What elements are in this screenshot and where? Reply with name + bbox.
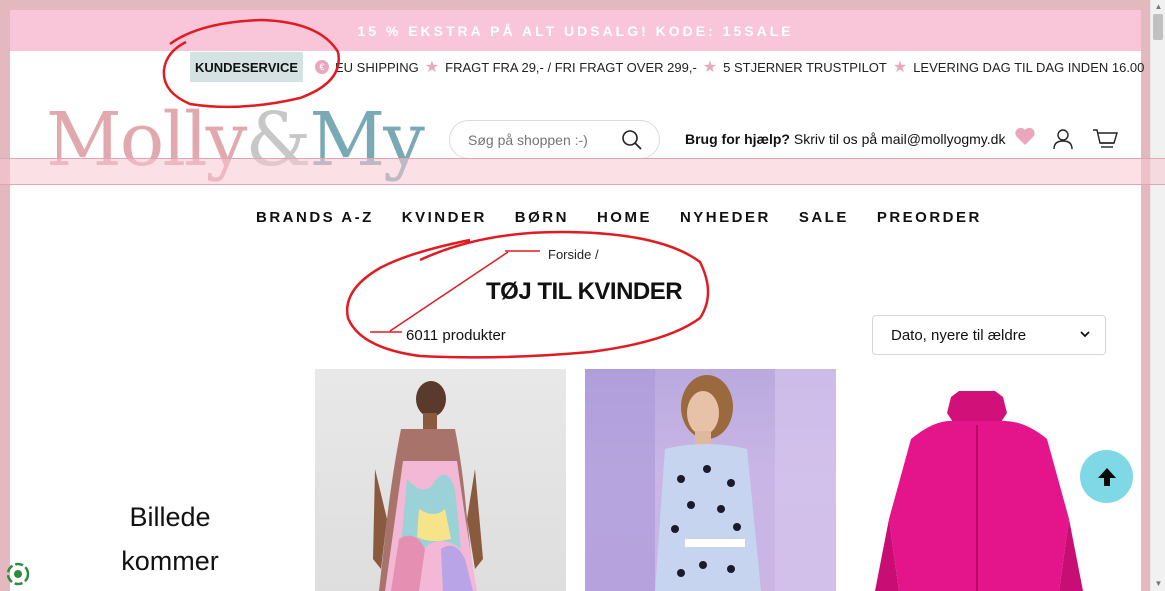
- product-image-1[interactable]: [315, 369, 566, 591]
- usp-trustpilot: 5 STJERNER TRUSTPILOT: [723, 59, 887, 75]
- browser-frame-right: [1141, 10, 1150, 591]
- nav-item-boern[interactable]: BØRN: [515, 209, 569, 226]
- scroll-down-arrow-icon[interactable]: ▼: [1151, 579, 1165, 589]
- breadcrumb: Forside /: [548, 247, 599, 262]
- product-image-3[interactable]: [855, 369, 1106, 591]
- arrow-up-icon: [1097, 467, 1116, 486]
- vertical-scrollbar[interactable]: ▲ ▼: [1150, 0, 1165, 591]
- main-navigation: BRANDS A-Z KVINDER BØRN HOME NYHEDER SAL…: [242, 209, 996, 226]
- search-bar[interactable]: [449, 120, 660, 159]
- user-icon[interactable]: [1052, 128, 1074, 150]
- chevron-down-icon: [1080, 331, 1090, 338]
- eu-shipping-icon: €: [315, 60, 329, 74]
- heart-icon[interactable]: [1014, 126, 1036, 146]
- image-placeholder-text: Billede kommer: [120, 495, 220, 583]
- usp-eu-shipping: EU SHIPPING: [335, 59, 419, 75]
- placeholder-line-1: Billede: [129, 502, 211, 532]
- sort-select[interactable]: Dato, nyere til ældre: [872, 315, 1106, 355]
- browser-frame-top: [0, 0, 1150, 10]
- help-label: Brug for hjælp?: [685, 131, 790, 147]
- nav-item-home[interactable]: HOME: [597, 209, 652, 226]
- kundeservice-button[interactable]: KUNDESERVICE: [190, 52, 303, 82]
- product-photo-dress-pastel: [373, 381, 483, 591]
- announcement-text: 15 % EKSTRA PÅ ALT UDSALG! KODE: 15SALE: [357, 22, 794, 39]
- usp-levering: LEVERING DAG TIL DAG INDEN 16.00: [913, 59, 1145, 75]
- help-email-text: Skriv til os på mail@mollyogmy.dk: [790, 131, 1006, 147]
- product-image-2[interactable]: [585, 369, 836, 591]
- usp-fragt: FRAGT FRA 29,- / FRI FRAGT OVER 299,-: [445, 59, 697, 75]
- nav-item-sale[interactable]: SALE: [799, 209, 849, 226]
- nav-item-preorder[interactable]: PREORDER: [877, 209, 982, 226]
- product-photo-dress-blue: [585, 369, 836, 591]
- usp-bar: € EU SHIPPING ★ FRAGT FRA 29,- / FRI FRA…: [315, 58, 1144, 76]
- nav-item-kvinder[interactable]: KVINDER: [402, 209, 487, 226]
- star-icon: ★: [702, 59, 718, 76]
- nav-item-nyheder[interactable]: NYHEDER: [680, 209, 771, 226]
- cart-icon[interactable]: [1092, 128, 1118, 150]
- product-photo-pink-shirt: [875, 391, 1083, 591]
- star-icon: ★: [892, 59, 908, 76]
- scroll-up-arrow-icon[interactable]: ▲: [1151, 2, 1165, 12]
- breadcrumb-home-link[interactable]: Forside: [548, 247, 591, 262]
- scroll-to-top-button[interactable]: [1080, 450, 1133, 503]
- search-icon[interactable]: [621, 129, 643, 151]
- search-input[interactable]: [468, 131, 608, 148]
- placeholder-line-2: kommer: [121, 546, 219, 576]
- star-icon: ★: [424, 59, 440, 76]
- sort-selected-value: Dato, nyere til ældre: [891, 326, 1027, 344]
- help-text[interactable]: Brug for hjælp? Skriv til os på mail@mol…: [685, 131, 1005, 147]
- page-title: TØJ TIL KVINDER: [486, 278, 683, 305]
- announcement-bar[interactable]: 15 % EKSTRA PÅ ALT UDSALG! KODE: 15SALE: [10, 10, 1141, 51]
- nav-item-brands[interactable]: BRANDS A-Z: [256, 209, 374, 226]
- breadcrumb-separator: /: [594, 247, 599, 262]
- product-count: 6011 produkter: [406, 327, 506, 344]
- highlight-band-overlay: [0, 158, 1165, 185]
- browser-frame-left: [0, 0, 10, 591]
- privacy-settings-icon[interactable]: [6, 562, 30, 586]
- scrollbar-thumb[interactable]: [1153, 14, 1163, 40]
